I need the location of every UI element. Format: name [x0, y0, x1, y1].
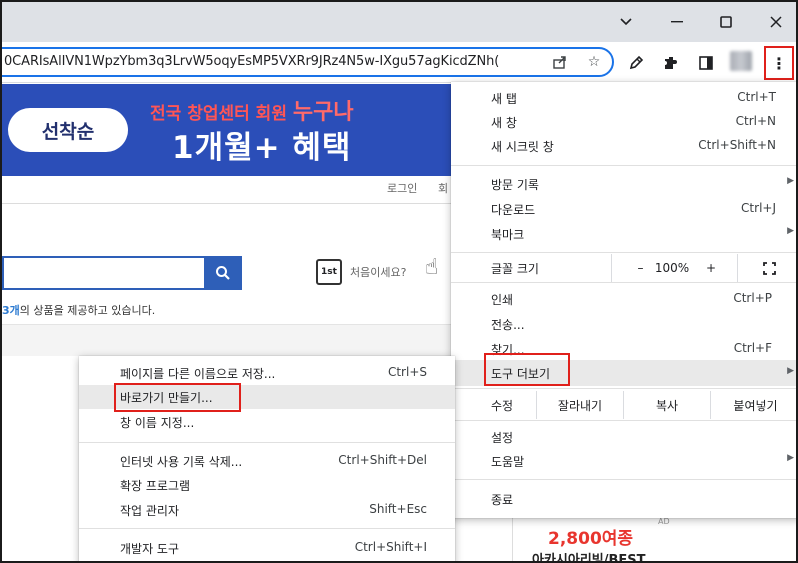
menu-separator [451, 282, 796, 283]
first-visit-link[interactable]: 처음이세요? [350, 264, 406, 280]
menu-separator [451, 479, 796, 480]
menu-separator [79, 442, 455, 443]
url-text[interactable]: 0CARIsAlIVN1WpzYbm3q3LrvW5oqyEsMP5VXRr9J… [4, 54, 524, 69]
close-icon[interactable] [761, 8, 791, 36]
menu-item-incognito[interactable]: 새 시크릿 창 Ctrl+Shift+N [451, 134, 796, 158]
paste-button[interactable]: 붙여넣기 [710, 391, 796, 419]
hand-pointer-icon: ☝ [425, 255, 439, 280]
extensions-icon[interactable] [660, 52, 682, 74]
menu-item-exit[interactable]: 종료 [451, 487, 796, 511]
maximize-icon[interactable] [711, 8, 741, 36]
menu-separator [451, 388, 796, 389]
ad-price: 2,800여종 [548, 529, 634, 549]
menu-item-new-tab[interactable]: 새 탭 Ctrl+T [451, 86, 796, 110]
menu-item-cast[interactable]: 전송... [451, 312, 796, 336]
menu-item-task-manager[interactable]: 작업 관리자 Shift+Esc [79, 498, 455, 522]
zoom-in-button[interactable]: + [693, 254, 729, 282]
side-panel-icon[interactable] [695, 52, 717, 74]
star-icon[interactable]: ☆ [584, 53, 604, 71]
menu-item-extensions[interactable]: 확장 프로그램 [79, 473, 455, 497]
chevron-right-icon: ▶ [787, 366, 794, 376]
menu-item-history[interactable]: 방문 기록 ▶ [451, 172, 796, 196]
browser-toolbar: 0CARIsAlIVN1WpzYbm3q3LrvW5oqyEsMP5VXRr9J… [2, 42, 796, 83]
promo-banner[interactable]: 선착순 전국 창업센터 회원 누구나 1개월+ 혜택 [2, 84, 452, 176]
site-nav [2, 176, 452, 204]
fullscreen-icon[interactable] [737, 254, 796, 282]
menu-separator [451, 420, 796, 421]
copy-button[interactable]: 복사 [623, 391, 710, 419]
banner-badge: 선착순 [8, 108, 128, 152]
address-bar[interactable]: 0CARIsAlIVN1WpzYbm3q3LrvW5oqyEsMP5VXRr9J… [2, 47, 614, 77]
highlight-box-more-tools [484, 353, 570, 386]
menu-item-name-window[interactable]: 창 이름 지정... [79, 410, 455, 434]
browser-window: 0CARIsAlIVN1WpzYbm3q3LrvW5oqyEsMP5VXRr9J… [0, 0, 798, 563]
title-bar [2, 2, 796, 42]
ad-label: AD [658, 517, 670, 526]
menu-item-downloads[interactable]: 다운로드 Ctrl+J [451, 197, 796, 221]
first-visit-icon[interactable]: 1st [316, 259, 342, 285]
menu-item-help[interactable]: 도움말 ▶ [451, 449, 796, 473]
menu-separator [79, 528, 455, 529]
menu-item-bookmarks[interactable]: 북마크 ▶ [451, 222, 796, 246]
chevron-right-icon: ▶ [787, 176, 794, 186]
more-menu-button[interactable]: ⋮ [764, 46, 794, 80]
menu-item-zoom: 글꼴 크기 – 100% + [451, 254, 796, 282]
menu-item-print[interactable]: 인쇄 Ctrl+P [451, 287, 796, 311]
zoom-value: 100% [654, 261, 690, 275]
chevron-right-icon: ▶ [787, 453, 794, 463]
menu-separator [451, 165, 796, 166]
more-icon: ⋮ [771, 53, 787, 73]
profile-avatar[interactable] [730, 51, 752, 71]
product-count-text: 3개의 상품을 제공하고 있습니다. [2, 304, 156, 317]
share-icon[interactable] [550, 53, 570, 71]
menu-item-edit: 수정 잘라내기 복사 붙여넣기 [451, 391, 796, 419]
menu-item-settings[interactable]: 설정 [451, 425, 796, 449]
ad-subtitle: 아카시아리빙/BEST [532, 553, 646, 563]
banner-main-text: 1개월+ 혜택 [172, 130, 352, 166]
chrome-main-menu: 새 탭 Ctrl+T 새 창 Ctrl+N 새 시크릿 창 Ctrl+Shift… [451, 82, 796, 518]
pen-icon[interactable] [625, 52, 647, 74]
menu-item-developer-tools[interactable]: 개발자 도구 Ctrl+Shift+I [79, 536, 455, 560]
nav-link[interactable]: 회 [438, 180, 448, 196]
minimize-icon[interactable] [662, 8, 692, 36]
menu-separator [451, 252, 796, 253]
cut-button[interactable]: 잘라내기 [536, 391, 623, 419]
login-link[interactable]: 로그인 [387, 180, 417, 196]
menu-item-save-page-as[interactable]: 페이지를 다른 이름으로 저장... Ctrl+S [79, 361, 455, 385]
search-icon [216, 266, 230, 280]
site-search-button[interactable] [204, 256, 242, 290]
chevron-right-icon: ▶ [787, 226, 794, 236]
highlight-box-create-shortcut [114, 383, 241, 412]
tab-search-icon[interactable] [611, 8, 641, 36]
menu-item-clear-browsing-data[interactable]: 인터넷 사용 기록 삭제... Ctrl+Shift+Del [79, 449, 455, 473]
category-band [2, 324, 452, 356]
menu-item-new-window[interactable]: 새 창 Ctrl+N [451, 110, 796, 134]
